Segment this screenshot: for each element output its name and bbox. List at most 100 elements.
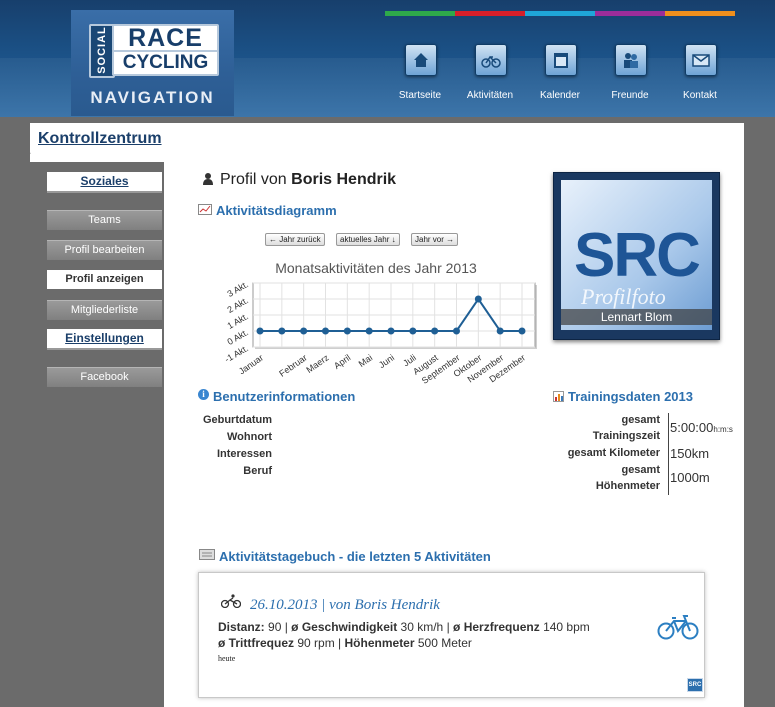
- activity-stats-line-1: Distanz: 90 | ø Geschwindigkeit 30 km/h …: [218, 620, 590, 634]
- chart-x-tick-label: Juni: [377, 352, 396, 370]
- profile-photo-caption: Lennart Blom: [561, 309, 712, 325]
- chart-point[interactable]: [300, 327, 308, 335]
- training-label-time-2: Trainingszeit: [592, 430, 660, 442]
- distanz-value: 90: [268, 620, 282, 634]
- nav-item-startseite[interactable]: Startseite: [385, 16, 455, 116]
- training-km-value: 150km: [670, 446, 710, 461]
- chart-point[interactable]: [387, 327, 395, 335]
- bicycle-icon: [657, 613, 699, 646]
- chart-x-tick-label: Mai: [357, 352, 375, 369]
- user-icon: [202, 172, 214, 190]
- label-wohnort: Wohnort: [226, 431, 272, 443]
- nav-item-aktivitaeten[interactable]: Aktivitäten: [455, 16, 525, 116]
- geschwindigkeit-label: ø Geschwindigkeit: [291, 620, 398, 634]
- control-center-title: Kontrollzentrum: [38, 130, 162, 147]
- hoehenmeter-label: Höhenmeter: [344, 636, 415, 650]
- profile-photo[interactable]: SRC Profilfoto Lennart Blom: [553, 172, 720, 340]
- training-time-value: 5:00:00h:m:s: [670, 420, 733, 435]
- profile-photo-inner: SRC Profilfoto Lennart Blom: [561, 180, 712, 330]
- src-badge-icon: SRC: [687, 678, 703, 692]
- control-center-tab[interactable]: Kontrollzentrum: [30, 123, 174, 156]
- logo-navigation-text: NAVIGATION: [90, 88, 215, 107]
- chart-y-tick-label: 3 Akt.: [226, 279, 250, 299]
- src-logo-text: SRC: [574, 221, 701, 290]
- activity-chart: Monatsaktivitäten des Jahr 2013 3 Akt.2 …: [223, 260, 537, 386]
- chart-point[interactable]: [322, 327, 329, 335]
- nav-item-freunde[interactable]: Freunde: [595, 16, 665, 116]
- cyclist-icon: [220, 594, 242, 613]
- chart-point[interactable]: [453, 327, 460, 335]
- sidebar-item-profil-bearbeiten[interactable]: Profil bearbeiten: [47, 240, 162, 260]
- bicycle-icon: [475, 44, 507, 76]
- nav-item-kontakt[interactable]: Kontakt: [665, 16, 735, 116]
- chart-point[interactable]: [256, 327, 264, 335]
- chart-point[interactable]: [431, 327, 439, 335]
- chart-icon: [198, 202, 212, 220]
- logo-race-text: RACE: [112, 24, 219, 52]
- sidebar-item-profil-anzeigen[interactable]: Profil anzeigen: [47, 270, 162, 289]
- profile-heading: Profil von Boris Hendrik: [220, 171, 396, 189]
- header-underline: [30, 154, 744, 162]
- nav-label: Kontakt: [683, 90, 717, 101]
- chart-point[interactable]: [409, 327, 417, 335]
- activity-stats-line-2: ø Trittfrequez 90 rpm | Höhenmeter 500 M…: [218, 636, 472, 650]
- nav-label: Kalender: [539, 90, 581, 101]
- activity-entry[interactable]: 26.10.2013 | von Boris Hendrik Distanz: …: [198, 572, 705, 698]
- herzfrequenz-value: 140 bpm: [543, 620, 590, 634]
- chart-point[interactable]: [278, 327, 286, 335]
- chart-x-tick-label: Maerz: [304, 352, 331, 375]
- sidebar-item-teams[interactable]: Teams: [47, 210, 162, 230]
- chart-y-axis: 3 Akt.2 Akt.1 Akt.0 Akt.-1 Akt.: [223, 279, 250, 364]
- geschwindigkeit-value: 30 km/h: [400, 620, 444, 634]
- training-time-unit: h:m:s: [713, 425, 733, 434]
- distanz-label: Distanz:: [218, 620, 265, 634]
- nav-label: Aktivitäten: [466, 90, 514, 101]
- hoehenmeter-value: 500 Meter: [417, 636, 472, 650]
- chart-point[interactable]: [365, 327, 373, 335]
- year-forward-button[interactable]: Jahr vor →: [411, 233, 459, 246]
- trittfrequenz-value: 90 rpm: [297, 636, 335, 650]
- herzfrequenz-label: ø Herzfrequenz: [453, 620, 540, 634]
- chart-title: Monatsaktivitäten des Jahr 2013: [275, 260, 477, 276]
- home-icon: [405, 44, 437, 76]
- profile-heading-prefix: Profil von: [220, 171, 287, 188]
- activity-chart-heading: Aktivitätsdiagramm: [216, 203, 337, 218]
- chart-point[interactable]: [496, 327, 504, 335]
- sidebar-soziales[interactable]: Soziales: [47, 172, 162, 193]
- user-info-heading: Benutzerinformationen: [213, 389, 356, 404]
- chart-x-tick-label: Februar: [277, 352, 309, 378]
- friends-icon: [615, 44, 647, 76]
- envelope-icon: [685, 44, 717, 76]
- training-hm-value: 1000m: [670, 470, 710, 485]
- training-divider: [668, 413, 669, 495]
- info-icon: i: [198, 389, 209, 400]
- nav-label: Startseite: [398, 90, 442, 101]
- trittfrequenz-label: ø Trittfrequez: [218, 636, 295, 650]
- diary-icon: [199, 547, 215, 565]
- sidebar-item-facebook[interactable]: Facebook: [47, 367, 162, 387]
- label-beruf: Beruf: [243, 465, 272, 477]
- nav-item-kalender[interactable]: Kalender: [525, 16, 595, 116]
- training-label-km: gesamt Kilometer: [567, 447, 660, 459]
- chart-point[interactable]: [474, 295, 482, 303]
- training-chart-icon: [553, 389, 564, 407]
- current-year-button[interactable]: aktuelles Jahr ↓: [336, 233, 400, 246]
- activity-date-author[interactable]: 26.10.2013 | von Boris Hendrik: [250, 597, 440, 614]
- training-label-hm-2: Höhenmeter: [595, 480, 660, 492]
- label-geburtdatum: Geburtdatum: [202, 414, 272, 426]
- chart-point[interactable]: [343, 327, 351, 335]
- right-gutter: [744, 123, 775, 707]
- training-heading: Trainingsdaten 2013: [568, 389, 693, 404]
- sidebar-item-mitgliederliste[interactable]: Mitgliederliste: [47, 300, 162, 320]
- nav-label: Freunde: [611, 90, 649, 101]
- activity-note: heute: [218, 654, 236, 663]
- profile-photo-overlay: Profilfoto: [581, 284, 666, 309]
- training-label-hm-1: gesamt: [621, 464, 660, 476]
- logo-social-text: SOCIAL: [96, 26, 108, 74]
- chart-x-tick-label: April: [332, 352, 352, 371]
- sidebar-einstellungen[interactable]: Einstellungen: [47, 329, 162, 350]
- year-back-button[interactable]: ← Jahr zurück: [265, 233, 325, 246]
- diary-heading: Aktivitätstagebuch - die letzten 5 Aktiv…: [219, 549, 491, 564]
- chart-point[interactable]: [518, 327, 526, 335]
- training-label-time-1: gesamt: [621, 414, 660, 426]
